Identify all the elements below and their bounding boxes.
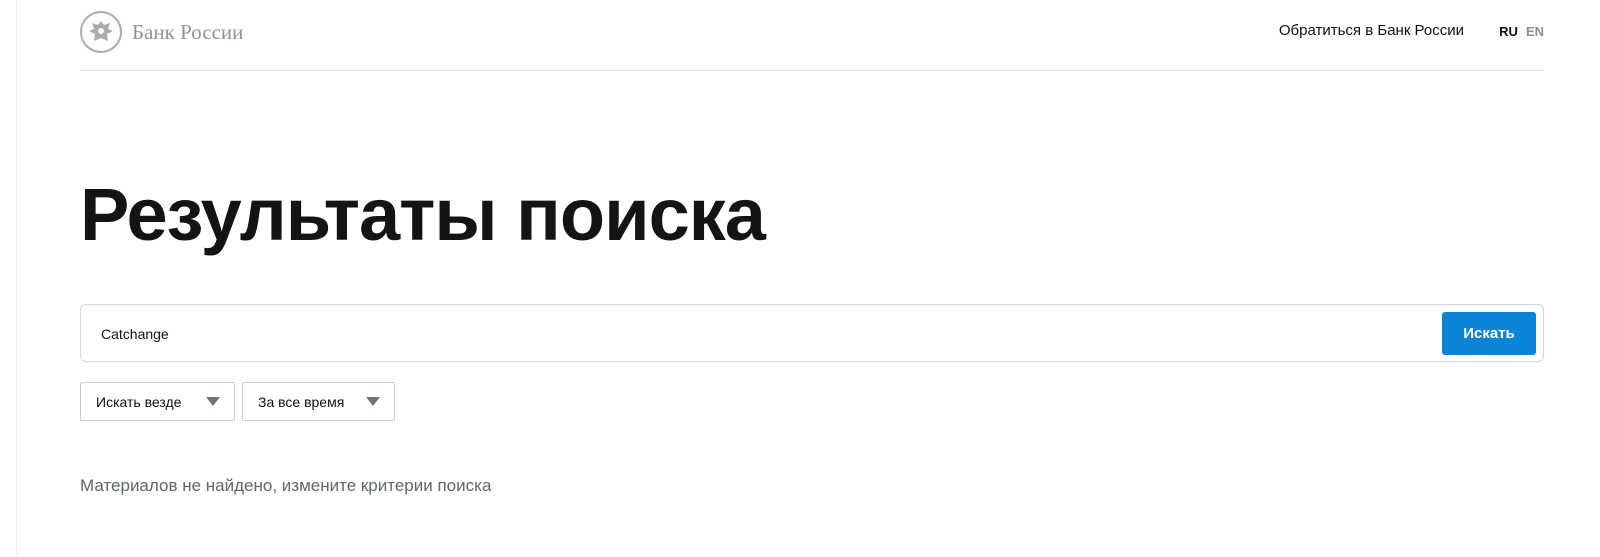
time-range-dropdown[interactable]: За все время	[242, 382, 395, 421]
time-range-label: За все время	[258, 393, 345, 410]
contact-bank-link[interactable]: Обратиться в Банк России	[1279, 22, 1464, 39]
search-area-dropdown[interactable]: Искать везде	[80, 382, 235, 421]
caret-down-icon	[206, 397, 220, 406]
lang-ru-option[interactable]: RU	[1499, 24, 1518, 39]
page-left-border	[16, 0, 17, 557]
search-box: Искать	[80, 304, 1544, 362]
search-filters: Искать везде За все время	[80, 382, 395, 421]
eagle-emblem-icon	[80, 11, 122, 53]
lang-en-option[interactable]: EN	[1526, 24, 1544, 39]
site-header: Банк России Обратиться в Банк России RU …	[80, 0, 1544, 71]
logo-text: Банк России	[132, 19, 244, 44]
page-title: Результаты поиска	[80, 173, 766, 256]
search-button[interactable]: Искать	[1442, 312, 1536, 355]
language-switcher: RU EN	[1499, 24, 1544, 39]
no-results-message: Материалов не найдено, измените критерии…	[80, 476, 492, 495]
search-area-label: Искать везде	[96, 393, 182, 410]
search-input[interactable]	[101, 319, 1421, 349]
caret-down-icon	[366, 397, 380, 406]
bank-logo[interactable]: Банк России	[80, 11, 243, 53]
